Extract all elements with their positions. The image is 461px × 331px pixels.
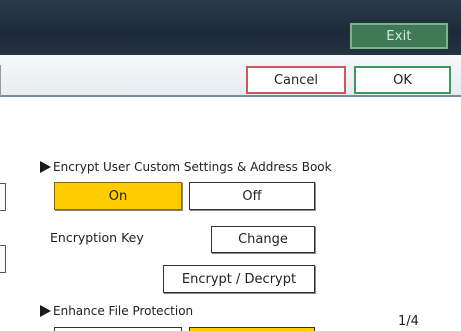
- encrypt-decrypt-button[interactable]: Encrypt / Decrypt: [163, 265, 315, 293]
- side-tab-upper[interactable]: [0, 183, 6, 211]
- action-bar: Cancel OK: [0, 55, 461, 97]
- section-title-file-protection: Enhance File Protection: [40, 304, 193, 318]
- encryption-key-label: Encryption Key: [50, 230, 144, 245]
- section-title-encrypt-settings: Encrypt User Custom Settings & Address B…: [40, 160, 332, 174]
- cancel-button[interactable]: Cancel: [246, 66, 346, 94]
- off-button[interactable]: Off: [189, 182, 315, 210]
- on-button[interactable]: On: [54, 182, 182, 210]
- section-title-text: Encrypt User Custom Settings & Address B…: [53, 160, 332, 174]
- exit-button[interactable]: Exit: [349, 22, 449, 50]
- top-bar: Exit: [0, 0, 461, 55]
- ok-button[interactable]: OK: [354, 66, 451, 94]
- page-indicator: 1/4: [398, 314, 419, 329]
- side-tab-lower[interactable]: [0, 245, 6, 273]
- triangle-bullet-icon: [40, 161, 51, 173]
- partial-option-button-left[interactable]: [54, 327, 182, 331]
- section-title-text: Enhance File Protection: [53, 304, 194, 318]
- triangle-bullet-icon: [40, 305, 51, 317]
- partial-option-button-right[interactable]: [189, 327, 315, 331]
- change-button[interactable]: Change: [211, 226, 315, 253]
- left-edge-divider: [0, 65, 4, 97]
